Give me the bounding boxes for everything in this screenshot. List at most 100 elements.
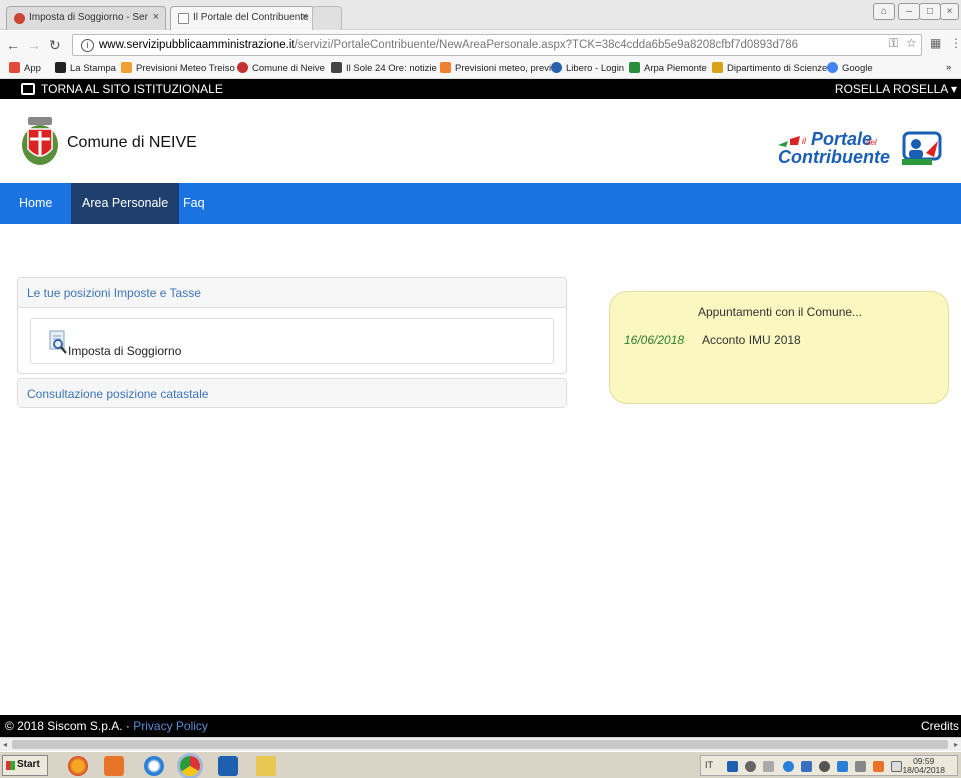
- file-explorer-icon[interactable]: [256, 756, 276, 776]
- back-to-site-link[interactable]: TORNA AL SITO ISTITUZIONALE: [21, 82, 223, 96]
- star-icon[interactable]: ☆: [906, 36, 917, 50]
- browser-tabstrip: Imposta di Soggiorno - Ser × Il Portale …: [0, 0, 961, 30]
- browser-tab-portale[interactable]: Il Portale del Contribuente ×: [170, 6, 315, 30]
- os-taskbar: Start IT 09:59 18/04/2018: [0, 751, 961, 778]
- imposta-soggiorno-card[interactable]: Imposta di Soggiorno: [30, 318, 554, 364]
- tray-icon[interactable]: [819, 761, 830, 772]
- clock[interactable]: 09:59 18/04/2018: [902, 757, 945, 775]
- comune-crest-icon: [237, 62, 248, 73]
- bookmarks-more[interactable]: »: [946, 62, 951, 73]
- chrome-icon[interactable]: [180, 756, 200, 776]
- nav-area-personale[interactable]: Area Personale: [71, 183, 180, 224]
- bookmark-libero[interactable]: Libero - Login: [551, 62, 624, 74]
- bookmark-google[interactable]: Google: [827, 62, 873, 74]
- copyright: © 2018 Siscom S.p.A. · Privacy Policy: [5, 719, 208, 733]
- bookmark-meteo-treiso[interactable]: Previsioni Meteo Treiso: [121, 62, 235, 74]
- minimize-button[interactable]: –: [898, 3, 920, 20]
- portale-contribuente-logo[interactable]: il Portale del Contribuente: [776, 127, 946, 167]
- user-menu[interactable]: ROSELLA ROSELLA ▾: [835, 82, 957, 96]
- back-arrow-icon[interactable]: ←: [6, 37, 20, 53]
- tray-icon[interactable]: [837, 761, 848, 772]
- meteo-icon: [121, 62, 132, 73]
- meteo-icon: [440, 62, 451, 73]
- tab-title: Imposta di Soggiorno - Ser: [29, 12, 148, 23]
- maximize-button[interactable]: □: [919, 3, 941, 20]
- tray-icon[interactable]: [763, 761, 774, 772]
- bookmark-dipartimento[interactable]: Dipartimento di Scienze: [712, 62, 827, 74]
- privacy-policy-link[interactable]: Privacy Policy: [133, 719, 208, 733]
- bookmark-lastampa[interactable]: La Stampa: [55, 62, 116, 74]
- positions-panel-title[interactable]: Le tue posizioni Imposte e Tasse: [18, 278, 566, 308]
- tab-close-icon[interactable]: ×: [302, 11, 308, 23]
- positions-panel: Le tue posizioni Imposte e Tasse Imposta…: [17, 277, 567, 374]
- url-host: www.servizipubblicaamministrazione.it: [99, 39, 295, 51]
- imposta-soggiorno-label: Imposta di Soggiorno: [68, 344, 182, 358]
- comune-name: Comune di NEIVE: [67, 134, 197, 151]
- scroll-right-icon[interactable]: ▸: [954, 738, 958, 751]
- internet-explorer-icon[interactable]: [144, 756, 164, 776]
- main-nav: Home Area Personale Faq: [0, 183, 961, 224]
- bookmark-previsioni[interactable]: Previsioni meteo, previ: [440, 62, 551, 74]
- lastampa-icon: [55, 62, 66, 73]
- document-search-icon: [49, 330, 67, 354]
- tray-icon[interactable]: [801, 761, 812, 772]
- appointment-date: 16/06/2018: [624, 333, 685, 347]
- google-icon: [827, 62, 838, 73]
- svg-text:Portale: Portale: [811, 129, 872, 149]
- appointments-title: Appuntamenti con il Comune...: [697, 305, 863, 319]
- outlook-tray-icon[interactable]: [727, 761, 738, 772]
- outlook-icon[interactable]: [218, 756, 238, 776]
- svg-text:il: il: [802, 136, 807, 146]
- comune-crest-icon: [22, 117, 58, 165]
- tab-close-icon[interactable]: ×: [153, 11, 159, 23]
- comune-favicon-icon: [14, 13, 25, 24]
- page-favicon-icon: [178, 13, 189, 24]
- bookmark-apps[interactable]: App: [9, 62, 41, 74]
- site-topbar: TORNA AL SITO ISTITUZIONALE ROSELLA ROSE…: [0, 79, 961, 99]
- start-button[interactable]: Start: [2, 755, 48, 776]
- arpa-icon: [629, 62, 640, 73]
- url-input[interactable]: i www.servizipubblicaamministrazione.it/…: [72, 34, 922, 56]
- bookmark-comune-neive[interactable]: Comune di Neive: [237, 62, 325, 74]
- address-bar: ← → ↻ i www.servizipubblicaamministrazio…: [0, 31, 961, 59]
- close-window-button[interactable]: ×: [940, 3, 959, 20]
- bookmarks-bar: App La Stampa Previsioni Meteo Treiso Co…: [0, 59, 961, 79]
- firefox-icon[interactable]: [68, 756, 88, 776]
- bookmark-sole24ore[interactable]: Il Sole 24 Ore: notizie: [331, 62, 437, 74]
- catastale-panel[interactable]: Consultazione posizione catastale: [17, 378, 567, 408]
- reload-icon[interactable]: ↻: [49, 37, 61, 53]
- network-tray-icon[interactable]: [745, 761, 756, 772]
- browser-tab-imposta[interactable]: Imposta di Soggiorno - Ser ×: [6, 6, 166, 30]
- menu-icon[interactable]: ⋮: [950, 36, 961, 50]
- info-icon[interactable]: i: [81, 39, 94, 52]
- system-tray: IT 09:59 18/04/2018: [700, 755, 958, 776]
- credits-link[interactable]: Credits: [921, 719, 959, 733]
- bookmark-arpa[interactable]: Arpa Piemonte: [629, 62, 707, 74]
- flag-icon[interactable]: [891, 761, 902, 772]
- key-icon[interactable]: ⚿: [889, 36, 898, 51]
- scroll-left-icon[interactable]: ◂: [3, 738, 7, 751]
- libero-icon: [551, 62, 562, 73]
- sole24ore-icon: [331, 62, 342, 73]
- svg-text:Contribuente: Contribuente: [778, 147, 890, 167]
- horizontal-scrollbar[interactable]: ◂ ▸: [0, 737, 961, 751]
- tray-icon[interactable]: [855, 761, 866, 772]
- media-player-icon[interactable]: [104, 756, 124, 776]
- windows-logo-icon: [6, 761, 15, 770]
- nav-faq[interactable]: Faq: [172, 183, 216, 224]
- university-icon: [712, 62, 723, 73]
- apps-grid-icon: [9, 62, 20, 73]
- catastale-panel-title: Consultazione posizione catastale: [18, 379, 566, 407]
- tray-icon[interactable]: [873, 761, 884, 772]
- scrollbar-thumb[interactable]: [12, 740, 948, 749]
- tray-icon[interactable]: [783, 761, 794, 772]
- nav-home[interactable]: Home: [8, 183, 63, 224]
- svg-text:del: del: [866, 138, 877, 147]
- url-path: /servizi/PortaleContribuente/NewAreaPers…: [294, 39, 799, 51]
- extension-icon[interactable]: ▦: [930, 36, 941, 50]
- language-indicator[interactable]: IT: [705, 760, 713, 770]
- appointment-text: Acconto IMU 2018: [702, 333, 801, 347]
- new-tab-button[interactable]: [312, 6, 342, 30]
- forward-arrow-icon[interactable]: →: [27, 37, 41, 53]
- user-profile-icon[interactable]: ⌂: [873, 3, 895, 20]
